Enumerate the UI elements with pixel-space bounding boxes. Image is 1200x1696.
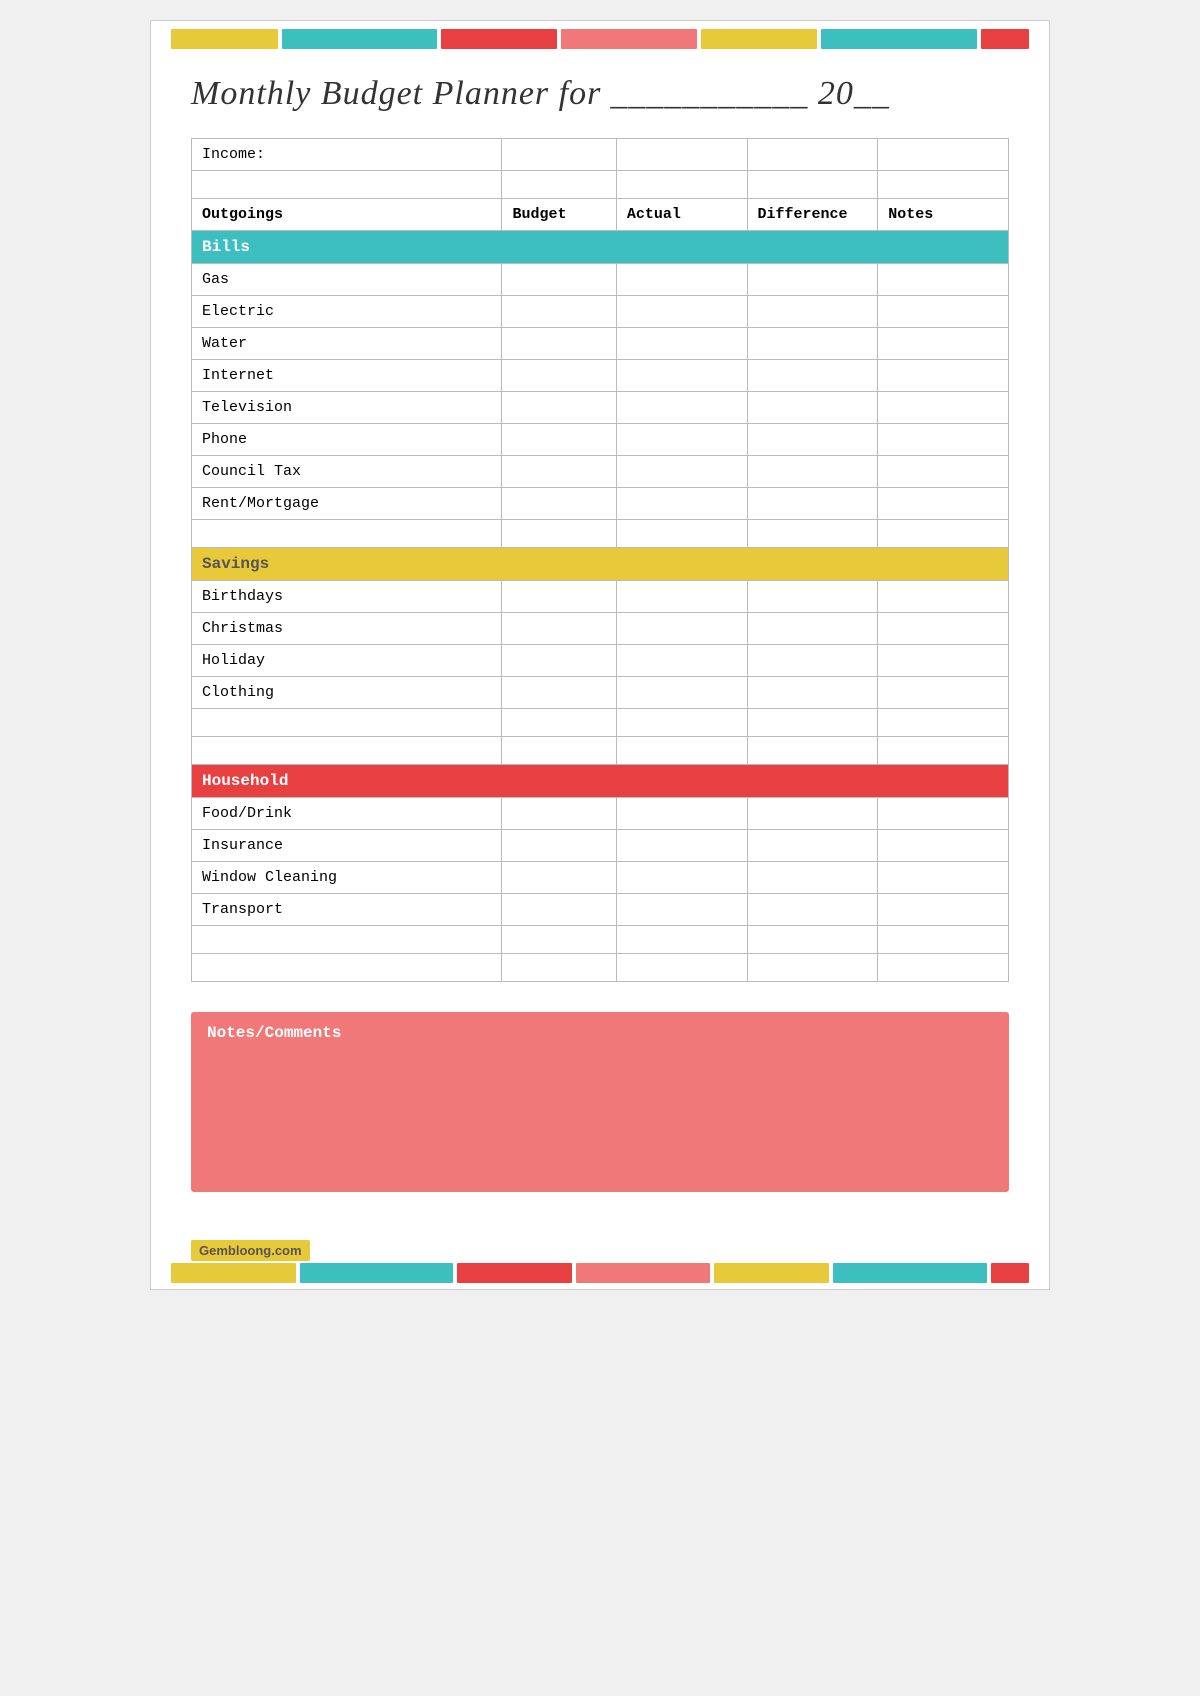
- page: Monthly Budget Planner for ___________ 2…: [150, 20, 1050, 1290]
- bottom-stripe-pink-1: [576, 1263, 710, 1283]
- page-title: Monthly Budget Planner for ___________ 2…: [151, 57, 1049, 123]
- savings-christmas-row: Christmas: [192, 613, 1009, 645]
- budget-table: Income: Outgoings Budget A: [191, 138, 1009, 982]
- household-label: Household: [192, 765, 1009, 798]
- bottom-stripe-yellow-2: [714, 1263, 829, 1283]
- bottom-stripe-bar: [151, 1257, 1049, 1289]
- income-empty-row: [192, 171, 1009, 199]
- household-empty-2: [192, 954, 1009, 982]
- bottom-stripe-red-2: [991, 1263, 1029, 1283]
- col-difference: Difference: [747, 199, 878, 231]
- savings-empty-1: [192, 709, 1009, 737]
- savings-birthdays-row: Birthdays: [192, 581, 1009, 613]
- savings-clothing-row: Clothing: [192, 677, 1009, 709]
- notes-title: Notes/Comments: [207, 1024, 993, 1042]
- bills-water-row: Water: [192, 328, 1009, 360]
- bills-water-label: Water: [192, 328, 502, 360]
- bills-phone-label: Phone: [192, 424, 502, 456]
- income-budget: [502, 139, 616, 171]
- savings-holiday-row: Holiday: [192, 645, 1009, 677]
- table-container: Income: Outgoings Budget A: [151, 123, 1049, 1002]
- year-blank: ___________: [610, 75, 818, 112]
- income-notes: [878, 139, 1009, 171]
- bottom-stripe-red-1: [457, 1263, 572, 1283]
- bottom-stripe-teal-2: [833, 1263, 986, 1283]
- income-actual: [616, 139, 747, 171]
- col-budget: Budget: [502, 199, 616, 231]
- household-transport-label: Transport: [192, 894, 502, 926]
- income-label: Income:: [192, 139, 502, 171]
- bills-council-tax-label: Council Tax: [192, 456, 502, 488]
- stripe-yellow-2: [701, 29, 817, 49]
- savings-clothing-label: Clothing: [192, 677, 502, 709]
- title-suffix: 20__: [818, 75, 890, 112]
- bills-television-label: Television: [192, 392, 502, 424]
- stripe-teal-1: [282, 29, 437, 49]
- savings-holiday-label: Holiday: [192, 645, 502, 677]
- savings-birthdays-label: Birthdays: [192, 581, 502, 613]
- household-food-row: Food/Drink: [192, 798, 1009, 830]
- bottom-stripe-yellow-1: [171, 1263, 296, 1283]
- household-insurance-label: Insurance: [192, 830, 502, 862]
- income-diff: [747, 139, 878, 171]
- top-stripe-bar: [151, 21, 1049, 57]
- title-text: Monthly Budget Planner for: [191, 75, 601, 112]
- savings-label: Savings: [192, 548, 1009, 581]
- household-window-cleaning-row: Window Cleaning: [192, 862, 1009, 894]
- bills-internet-label: Internet: [192, 360, 502, 392]
- col-notes: Notes: [878, 199, 1009, 231]
- stripe-red-1: [441, 29, 557, 49]
- household-transport-row: Transport: [192, 894, 1009, 926]
- bottom-stripe-teal-1: [300, 1263, 453, 1283]
- stripe-pink-1: [561, 29, 697, 49]
- household-window-cleaning-label: Window Cleaning: [192, 862, 502, 894]
- savings-empty-2: [192, 737, 1009, 765]
- bills-internet-row: Internet: [192, 360, 1009, 392]
- stripe-red-2: [981, 29, 1029, 49]
- savings-christmas-label: Christmas: [192, 613, 502, 645]
- bills-electric-label: Electric: [192, 296, 502, 328]
- col-outgoings: Outgoings: [192, 199, 502, 231]
- notes-section: Notes/Comments: [191, 1012, 1009, 1192]
- household-food-label: Food/Drink: [192, 798, 502, 830]
- bills-council-tax-row: Council Tax: [192, 456, 1009, 488]
- col-actual: Actual: [616, 199, 747, 231]
- column-headers: Outgoings Budget Actual Difference Notes: [192, 199, 1009, 231]
- bills-television-row: Television: [192, 392, 1009, 424]
- household-header-row: Household: [192, 765, 1009, 798]
- bills-rent-mortgage-row: Rent/Mortgage: [192, 488, 1009, 520]
- stripe-yellow-1: [171, 29, 278, 49]
- bills-empty-row: [192, 520, 1009, 548]
- household-insurance-row: Insurance: [192, 830, 1009, 862]
- savings-header-row: Savings: [192, 548, 1009, 581]
- income-row: Income:: [192, 139, 1009, 171]
- bills-label: Bills: [192, 231, 1009, 264]
- bills-phone-row: Phone: [192, 424, 1009, 456]
- household-empty-1: [192, 926, 1009, 954]
- bills-electric-row: Electric: [192, 296, 1009, 328]
- bills-header-row: Bills: [192, 231, 1009, 264]
- bills-gas-label: Gas: [192, 264, 502, 296]
- stripe-teal-2: [821, 29, 976, 49]
- bills-gas-row: Gas: [192, 264, 1009, 296]
- bills-rent-mortgage-label: Rent/Mortgage: [192, 488, 502, 520]
